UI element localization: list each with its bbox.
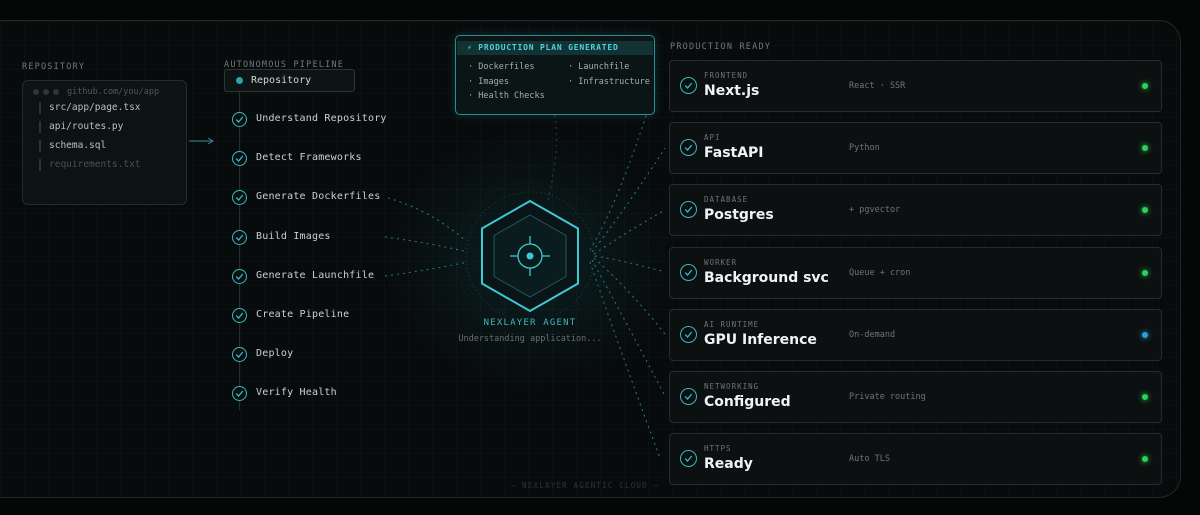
check-circle-icon bbox=[232, 229, 247, 245]
repo-file: api/routes.py bbox=[39, 121, 123, 133]
status-dot bbox=[1142, 83, 1148, 89]
pipeline-step-label: Detect Frameworks bbox=[256, 152, 362, 164]
repo-file: src/app/page.tsx bbox=[39, 102, 141, 114]
service-note: Private routing bbox=[849, 392, 926, 402]
arrow-right-icon bbox=[189, 137, 214, 145]
status-dot bbox=[1142, 456, 1148, 463]
footer-label: — NEXLAYER AGENTIC CLOUD — bbox=[510, 481, 660, 490]
service-card: HTTPS Ready Auto TLS bbox=[669, 433, 1162, 486]
repo-file: schema.sql bbox=[39, 140, 106, 152]
service-category: FRONTEND bbox=[704, 71, 749, 80]
service-category: AI RUNTIME bbox=[704, 319, 760, 329]
check-circle-icon bbox=[680, 325, 697, 343]
service-note: Queue + cron bbox=[849, 267, 911, 278]
service-category: NETWORKING bbox=[704, 382, 760, 391]
repo-url: github.com/you/app bbox=[67, 87, 160, 97]
check-circle-icon bbox=[232, 112, 247, 127]
agent-hexagon-icon bbox=[455, 181, 605, 315]
service-name: Postgres bbox=[704, 207, 774, 224]
service-category: API bbox=[704, 133, 721, 143]
status-dot bbox=[1142, 207, 1148, 214]
check-circle-icon bbox=[680, 139, 697, 157]
status-dot bbox=[1142, 331, 1148, 338]
pipeline-step-label: Deploy bbox=[256, 348, 294, 360]
check-circle-icon bbox=[680, 77, 697, 94]
service-name: FastAPI bbox=[704, 145, 764, 162]
plan-item: · Images bbox=[468, 77, 509, 87]
check-circle-icon bbox=[680, 263, 697, 281]
pipeline-step-label: Build Images bbox=[256, 230, 331, 242]
status-dot bbox=[236, 77, 243, 84]
agent-title: NEXLAYER AGENT bbox=[483, 318, 577, 328]
service-category: HTTPS bbox=[704, 444, 732, 454]
check-circle-icon bbox=[232, 268, 247, 284]
service-card: WORKER Background svc Queue + cron bbox=[669, 246, 1162, 299]
service-category: WORKER bbox=[704, 257, 738, 267]
check-circle-icon bbox=[232, 308, 247, 323]
pipeline-step-label: Create Pipeline bbox=[256, 309, 350, 320]
repository-section-label: REPOSITORY bbox=[22, 62, 86, 72]
status-dot bbox=[1142, 394, 1148, 400]
service-name: Ready bbox=[704, 456, 753, 473]
pipeline-head-label: Repository bbox=[251, 75, 312, 86]
repo-file: requirements.txt bbox=[39, 159, 141, 171]
pipeline-step-label: Verify Health bbox=[256, 387, 337, 399]
agent-status: Understanding application... bbox=[458, 334, 602, 344]
service-name: Next.js bbox=[704, 83, 760, 99]
service-card: API FastAPI Python bbox=[669, 122, 1162, 175]
service-note: + pgvector bbox=[849, 205, 901, 216]
service-card: DATABASE Postgres + pgvector bbox=[669, 184, 1162, 237]
check-circle-icon bbox=[680, 201, 697, 219]
check-circle-icon bbox=[680, 450, 697, 468]
service-note: Auto TLS bbox=[849, 454, 890, 465]
plan-item: · Health Checks bbox=[468, 91, 545, 101]
check-circle-icon bbox=[680, 388, 697, 405]
plan-item: · Infrastructure bbox=[568, 77, 650, 87]
plan-item: · Dockerfiles bbox=[468, 62, 535, 72]
service-name: Background svc bbox=[704, 269, 829, 286]
window-dots bbox=[33, 89, 59, 95]
service-note: React · SSR bbox=[849, 81, 906, 91]
service-name: Configured bbox=[704, 394, 791, 410]
production-plan-card: ⚡ PRODUCTION PLAN GENERATED · Dockerfile… bbox=[455, 35, 655, 115]
service-card: AI RUNTIME GPU Inference On-demand bbox=[669, 308, 1162, 361]
pipeline-head: Repository bbox=[224, 69, 355, 92]
service-note: Python bbox=[849, 143, 880, 154]
pipeline-step-label: Generate Dockerfiles bbox=[256, 191, 381, 203]
pipeline-step-label: Generate Launchfile bbox=[256, 269, 375, 281]
status-dot bbox=[1142, 269, 1148, 276]
service-note: On-demand bbox=[849, 329, 896, 340]
status-dot bbox=[1142, 145, 1148, 152]
plan-item: · Launchfile bbox=[568, 62, 630, 72]
repository-card: github.com/you/app src/app/page.tsx api/… bbox=[22, 80, 187, 205]
service-name: GPU Inference bbox=[704, 331, 817, 348]
service-card: NETWORKING Configured Private routing bbox=[669, 371, 1162, 423]
production-section-label: PRODUCTION READY bbox=[670, 42, 772, 52]
pipeline-line bbox=[239, 92, 240, 410]
service-card: FRONTEND Next.js React · SSR bbox=[669, 60, 1162, 112]
pipeline-step-label: Understand Repository bbox=[256, 113, 387, 124]
service-category: DATABASE bbox=[704, 195, 749, 205]
plan-title: ⚡ PRODUCTION PLAN GENERATED bbox=[457, 41, 653, 55]
